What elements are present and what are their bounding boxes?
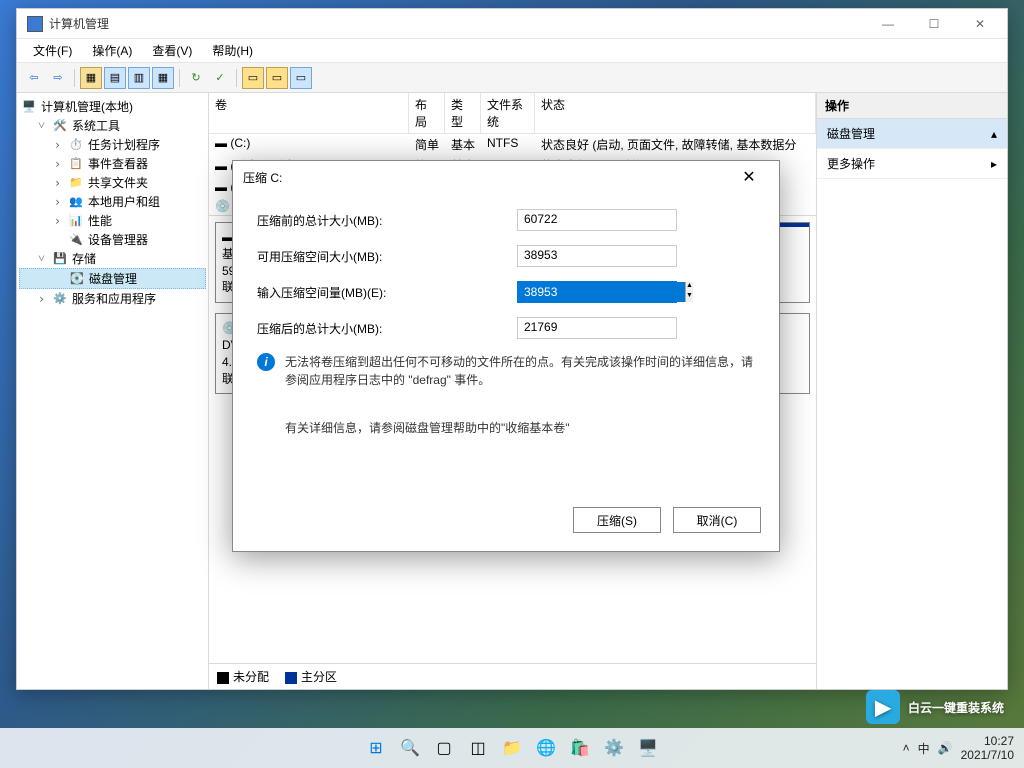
- value-size-before: 60722: [517, 209, 677, 231]
- forward-button[interactable]: ⇨: [47, 67, 69, 89]
- tool-btn-8[interactable]: ▭: [290, 67, 312, 89]
- menubar: 文件(F) 操作(A) 查看(V) 帮助(H): [17, 39, 1007, 63]
- tool-btn-7[interactable]: ▭: [266, 67, 288, 89]
- watermark: ▶ 白云一键重装系统: [866, 690, 1004, 724]
- shrink-button[interactable]: 压缩(S): [573, 507, 661, 533]
- volume-icon[interactable]: 🔊: [938, 741, 953, 755]
- action-more[interactable]: 更多操作▸: [817, 149, 1007, 179]
- value-size-avail: 38953: [517, 245, 677, 267]
- search-icon[interactable]: 🔍: [396, 734, 424, 762]
- info-icon: i: [257, 353, 275, 371]
- tree-system-tools[interactable]: ˅🛠️系统工具: [19, 116, 206, 135]
- tree-event-viewer[interactable]: ›📋事件查看器: [19, 154, 206, 173]
- watermark-icon: ▶: [866, 690, 900, 724]
- menu-action[interactable]: 操作(A): [84, 40, 140, 61]
- tree-root[interactable]: 🖥️计算机管理(本地): [19, 97, 206, 116]
- tree-performance[interactable]: ›📊性能: [19, 211, 206, 230]
- actions-panel: 操作 磁盘管理▴ 更多操作▸: [817, 93, 1007, 689]
- info-text-2: 有关详细信息，请参阅磁盘管理帮助中的"收缩基本卷": [285, 419, 570, 437]
- edge-icon[interactable]: 🌐: [532, 734, 560, 762]
- tree-device-manager[interactable]: 🔌设备管理器: [19, 230, 206, 249]
- app-icon[interactable]: 🖥️: [634, 734, 662, 762]
- minimize-button[interactable]: —: [865, 10, 911, 38]
- taskview-icon[interactable]: ▢: [430, 734, 458, 762]
- cancel-button[interactable]: 取消(C): [673, 507, 761, 533]
- tool-btn-3[interactable]: ▥: [128, 67, 150, 89]
- window-title: 计算机管理: [49, 15, 865, 32]
- dialog-titlebar: 压缩 C: ✕: [233, 161, 779, 193]
- dialog-title: 压缩 C:: [243, 169, 729, 186]
- menu-file[interactable]: 文件(F): [25, 40, 80, 61]
- tool-btn-4[interactable]: ▦: [152, 67, 174, 89]
- label-shrink-input: 输入压缩空间量(MB)(E):: [257, 284, 517, 301]
- settings-icon[interactable]: ⚙️: [600, 734, 628, 762]
- back-button[interactable]: ⇦: [23, 67, 45, 89]
- label-size-avail: 可用压缩空间大小(MB):: [257, 248, 517, 265]
- store-icon[interactable]: 🛍️: [566, 734, 594, 762]
- tree-services[interactable]: ›⚙️服务和应用程序: [19, 289, 206, 308]
- shrink-dialog: 压缩 C: ✕ 压缩前的总计大小(MB): 60722 可用压缩空间大小(MB)…: [232, 160, 780, 552]
- col-type[interactable]: 类型: [445, 93, 481, 133]
- app-icon: [27, 16, 43, 32]
- toolbar: ⇦ ⇨ ▦ ▤ ▥ ▦ ↻ ✓ ▭ ▭ ▭: [17, 63, 1007, 93]
- label-size-before: 压缩前的总计大小(MB):: [257, 212, 517, 229]
- col-fs[interactable]: 文件系统: [481, 93, 535, 133]
- widgets-icon[interactable]: ◫: [464, 734, 492, 762]
- shrink-amount-input[interactable]: [518, 282, 685, 302]
- col-volume[interactable]: 卷: [209, 93, 409, 133]
- spin-down-icon: ▼: [686, 292, 693, 302]
- legend: 未分配 主分区: [209, 663, 816, 689]
- volume-row[interactable]: ▬ (C:)简单基本NTFS状态良好 (启动, 页面文件, 故障转储, 基本数据…: [209, 134, 816, 155]
- info-text-1: 无法将卷压缩到超出任何不可移动的文件所在的点。有关完成该操作时间的详细信息，请参…: [285, 353, 755, 389]
- tray-chevron-icon[interactable]: ˄: [903, 741, 910, 755]
- ime-icon[interactable]: 中: [918, 740, 930, 757]
- dialog-close-button[interactable]: ✕: [729, 163, 769, 191]
- tool-btn-6[interactable]: ▭: [242, 67, 264, 89]
- close-button[interactable]: ✕: [957, 10, 1003, 38]
- action-disk-mgmt[interactable]: 磁盘管理▴: [817, 119, 1007, 149]
- tree-disk-management[interactable]: 💽磁盘管理: [19, 268, 206, 289]
- maximize-button[interactable]: ☐: [911, 10, 957, 38]
- menu-view[interactable]: 查看(V): [144, 40, 200, 61]
- expand-icon: ▸: [991, 157, 997, 171]
- tool-btn-2[interactable]: ▤: [104, 67, 126, 89]
- tool-btn-1[interactable]: ▦: [80, 67, 102, 89]
- menu-help[interactable]: 帮助(H): [204, 40, 261, 61]
- nav-tree: 🖥️计算机管理(本地) ˅🛠️系统工具 ›⏱️任务计划程序 ›📋事件查看器 ›📁…: [17, 93, 209, 689]
- actions-header: 操作: [817, 93, 1007, 119]
- taskbar: ⊞ 🔍 ▢ ◫ 📁 🌐 🛍️ ⚙️ 🖥️ ˄ 中 🔊 10:27 2021/7/…: [0, 728, 1024, 768]
- clock-time[interactable]: 10:27: [961, 734, 1014, 748]
- titlebar: 计算机管理 — ☐ ✕: [17, 9, 1007, 39]
- label-size-after: 压缩后的总计大小(MB):: [257, 320, 517, 337]
- explorer-icon[interactable]: 📁: [498, 734, 526, 762]
- start-button[interactable]: ⊞: [362, 734, 390, 762]
- tree-shared-folders[interactable]: ›📁共享文件夹: [19, 173, 206, 192]
- clock-date[interactable]: 2021/7/10: [961, 748, 1014, 762]
- tree-storage[interactable]: ˅💾存储: [19, 249, 206, 268]
- col-layout[interactable]: 布局: [409, 93, 445, 133]
- tree-task-scheduler[interactable]: ›⏱️任务计划程序: [19, 135, 206, 154]
- spinner[interactable]: ▲▼: [685, 282, 693, 302]
- col-status[interactable]: 状态: [535, 93, 816, 133]
- tree-local-users[interactable]: ›👥本地用户和组: [19, 192, 206, 211]
- spin-up-icon: ▲: [686, 282, 693, 292]
- tool-btn-5[interactable]: ✓: [209, 67, 231, 89]
- collapse-icon: ▴: [991, 127, 997, 141]
- refresh-button[interactable]: ↻: [185, 67, 207, 89]
- value-size-after: 21769: [517, 317, 677, 339]
